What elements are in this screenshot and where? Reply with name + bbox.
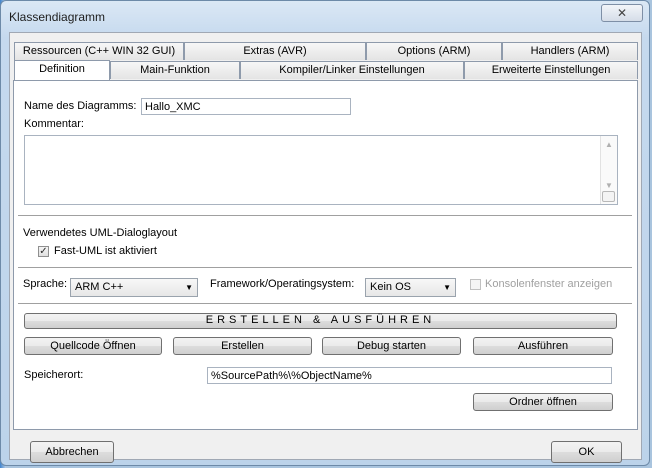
- definition-tab-panel: Name des Diagramms: Hallo_XMC Kommentar:…: [13, 80, 638, 430]
- location-label: Speicherort:: [24, 369, 84, 381]
- fast-uml-checkbox[interactable]: ✓: [38, 246, 49, 257]
- location-input[interactable]: %SourcePath%\%ObjectName%: [207, 367, 612, 384]
- language-label: Sprache:: [23, 278, 68, 290]
- comment-textarea[interactable]: ▲ ▼: [24, 135, 618, 205]
- klassendiagramm-dialog: Klassendiagramm ✕ Ressourcen (C++ WIN 32…: [0, 0, 650, 466]
- tab-main-funktion[interactable]: Main-Funktion: [110, 61, 240, 79]
- chevron-down-icon: ▼: [443, 283, 451, 292]
- separator: [18, 303, 632, 305]
- framework-label: Framework/Operatingsystem:: [210, 278, 355, 290]
- close-button[interactable]: ✕: [601, 4, 643, 22]
- tab-extras-avr[interactable]: Extras (AVR): [184, 42, 366, 60]
- tab-options-arm[interactable]: Options (ARM): [366, 42, 502, 60]
- language-select[interactable]: ARM C++ ▼: [70, 278, 198, 297]
- console-window-label: Konsolenfenster anzeigen: [485, 278, 613, 290]
- framework-select[interactable]: Kein OS ▼: [365, 278, 456, 297]
- tab-definition[interactable]: Definition: [14, 60, 110, 80]
- comment-scrollbar[interactable]: ▲ ▼: [600, 136, 617, 204]
- comment-label: Kommentar:: [24, 118, 84, 130]
- open-folder-button[interactable]: Ordner öffnen: [473, 393, 613, 411]
- console-window-checkbox[interactable]: [470, 279, 481, 290]
- debug-start-button[interactable]: Debug starten: [322, 337, 461, 355]
- diagram-name-input[interactable]: Hallo_XMC: [141, 98, 351, 115]
- resize-grip-icon: [602, 191, 615, 202]
- fast-uml-label: Fast-UML ist aktiviert: [54, 245, 157, 257]
- scroll-down-icon[interactable]: ▼: [601, 181, 617, 190]
- framework-value: Kein OS: [370, 281, 411, 293]
- chevron-down-icon: ▼: [185, 283, 193, 292]
- separator: [18, 215, 632, 217]
- build-button[interactable]: Erstellen: [173, 337, 312, 355]
- uml-layout-label: Verwendetes UML-Dialoglayout: [23, 227, 178, 239]
- dialog-client-area: Ressourcen (C++ WIN 32 GUI) Extras (AVR)…: [9, 32, 642, 463]
- cancel-button[interactable]: Abbrechen: [30, 441, 114, 463]
- tab-ressourcen[interactable]: Ressourcen (C++ WIN 32 GUI): [14, 42, 184, 60]
- open-source-button[interactable]: Quellcode Öffnen: [24, 337, 162, 355]
- separator: [18, 267, 632, 269]
- tab-handlers-arm[interactable]: Handlers (ARM): [502, 42, 638, 60]
- ok-button[interactable]: OK: [551, 441, 622, 463]
- run-button[interactable]: Ausführen: [473, 337, 613, 355]
- name-label: Name des Diagramms:: [24, 100, 137, 112]
- build-and-run-button[interactable]: ERSTELLEN & AUSFÜHREN: [24, 313, 617, 329]
- window-title: Klassendiagramm: [9, 10, 106, 24]
- tab-erweiterte-einstellungen[interactable]: Erweiterte Einstellungen: [464, 61, 638, 79]
- title-bar: Klassendiagramm ✕: [1, 1, 649, 33]
- tab-kompiler-linker[interactable]: Kompiler/Linker Einstellungen: [240, 61, 464, 79]
- scroll-up-icon[interactable]: ▲: [601, 140, 617, 149]
- language-value: ARM C++: [75, 281, 124, 293]
- close-icon: ✕: [616, 6, 628, 20]
